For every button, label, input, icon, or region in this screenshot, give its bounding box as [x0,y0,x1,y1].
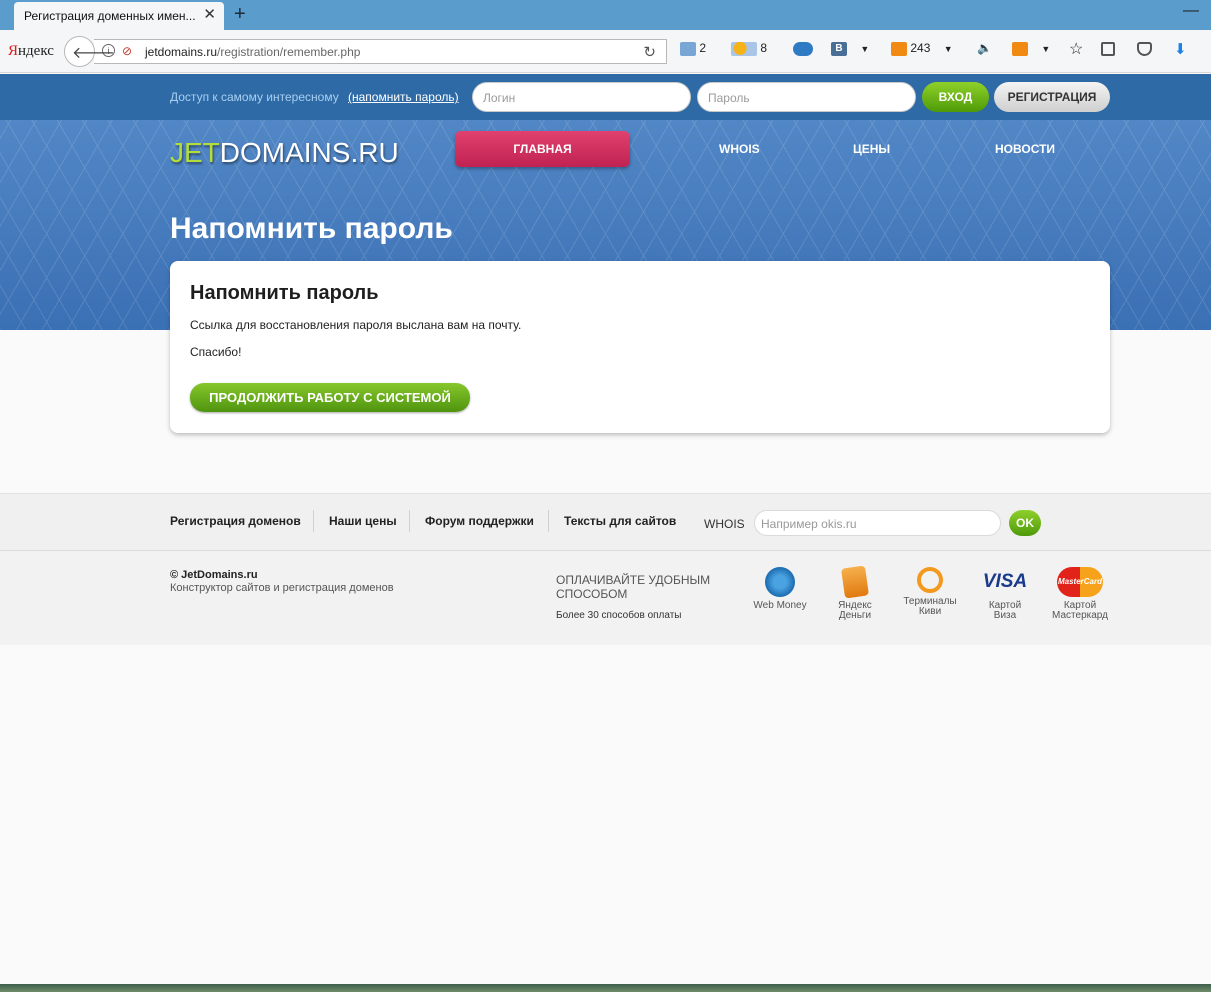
music-icon [1012,41,1028,56]
nav-prices[interactable]: ЦЕНЫ [853,142,890,156]
chevron-down-icon[interactable]: ▼ [1041,44,1050,54]
weather-temp: 8 [760,41,768,55]
url-path: /registration/remember.php [217,45,361,59]
reading-list-icon[interactable] [1101,41,1115,56]
download-icon[interactable]: ⬇ [1174,40,1187,58]
qiwi-icon [917,567,943,593]
login-button[interactable]: ВХОД [922,82,989,112]
payment-subtitle: Более 30 способов оплаты [556,610,682,621]
minimize-button[interactable]: — [1183,2,1199,20]
weather-widget[interactable]: 8 [731,41,767,56]
card-message: Ссылка для восстановления пароля выслана… [190,318,522,332]
new-tab-button[interactable]: + [234,4,246,24]
payment-mastercard[interactable]: MasterCard Картой Мастеркард [1048,567,1112,621]
chevron-down-icon[interactable]: ▼ [860,44,869,54]
close-icon[interactable]: ✕ [203,7,216,23]
register-button[interactable]: РЕГИСТРАЦИЯ [994,82,1110,112]
mail-icon [680,41,696,56]
nav-home[interactable]: ГЛАВНАЯ [455,131,630,167]
back-button[interactable]: 🡐 [64,36,115,67]
payment-label-2: Киви [918,606,942,617]
ok-widget[interactable]: 243 ▼ [891,41,953,56]
footer-link-support-forum[interactable]: Форум поддержки [425,514,534,528]
vk-widget[interactable]: В ▼ [831,41,869,56]
ok-count: 243 [910,41,931,55]
payment-qiwi[interactable]: Терминалы Киви [898,567,962,617]
footer-link-domain-registration[interactable]: Регистрация доменов [170,514,301,528]
yandex-money-icon [841,565,869,599]
reading-list-shape [1101,41,1115,56]
payment-yandex-money[interactable]: Яндекс Деньги [823,565,887,621]
url-text[interactable]: jetdomains.ru/registration/remember.php [145,45,360,59]
address-bar[interactable]: i ⊘ jetdomains.ru/registration/remember.… [94,39,667,64]
tab-title: Регистрация доменных имен... [24,9,196,23]
card-title: Напомнить пароль [190,282,379,304]
whois-input[interactable]: Например okis.ru [754,510,1001,536]
mail-count: 2 [699,41,707,55]
sound-icon[interactable]: 🔈 [977,41,992,55]
login-input[interactable]: Логин [472,82,691,112]
page-title: Напомнить пароль [170,212,453,245]
yandex-logo[interactable]: Яндекс [8,43,54,60]
footer-bottom: © JetDomains.ru Конструктор сайтов и рег… [0,551,1211,645]
payment-label: Web Money [753,600,807,611]
yandex-logo-first: Я [8,43,19,59]
os-taskbar [0,984,1211,992]
payment-label-2: Мастеркард [1052,610,1108,621]
footer-link-prices[interactable]: Наши цены [329,514,397,528]
blocked-content-icon[interactable]: ⊘ [122,44,132,58]
divider [548,510,549,532]
remind-password-card: Напомнить пароль Ссылка для восстановлен… [170,261,1110,433]
browser-tab[interactable]: Регистрация доменных имен... ✕ [14,2,224,30]
whois-label: WHOIS [704,517,745,531]
copyright-sub: Конструктор сайтов и регистрация доменов [170,582,394,594]
cloud-icon [793,41,813,56]
whois-ok-button[interactable]: OK [1009,510,1041,536]
pocket-icon[interactable] [1137,41,1152,56]
webmoney-icon [765,567,795,597]
card-thanks: Спасибо! [190,345,242,359]
mail-widget[interactable]: 2 [680,41,706,56]
remind-password-link[interactable]: (напомнить пароль) [348,90,459,104]
payment-label-2: Виза [993,610,1017,621]
mastercard-icon: MasterCard [1057,567,1103,597]
logo-jet: JET [170,137,220,168]
browser-tab-bar: Регистрация доменных имен... ✕ + — [0,0,1211,30]
weather-icon [731,41,757,56]
footer-links-bar: Регистрация доменов Наши цены Форум подд… [0,493,1211,551]
password-input[interactable]: Пароль [697,82,916,112]
divider [409,510,410,532]
payment-label-2: Деньги [838,610,872,621]
music-widget[interactable]: ▼ [1012,41,1050,56]
payment-title: Оплачивайте удобным способом [556,573,711,601]
pocket-shape [1137,41,1152,56]
bookmark-star-icon[interactable]: ☆ [1069,39,1083,59]
divider [313,510,314,532]
odnoklassniki-icon [891,41,907,56]
continue-button[interactable]: ПРОДОЛЖИТЬ РАБОТУ С СИСТЕМОЙ [190,383,470,412]
nav-whois[interactable]: WHOIS [719,142,760,156]
chevron-down-icon[interactable]: ▼ [944,44,953,54]
vk-icon: В [831,41,847,56]
yandex-logo-rest: ндекс [18,43,54,59]
payment-visa[interactable]: VISA Картой Виза [973,567,1037,621]
back-arrow-icon: 🡐 [72,45,115,62]
footer-link-site-texts[interactable]: Тексты для сайтов [564,514,676,528]
site-logo[interactable]: JETDOMAINS.RU [170,137,399,169]
access-text: Доступ к самому интересному [170,90,339,104]
site-top-bar: Доступ к самому интересному (напомнить п… [0,74,1211,120]
cloud-widget[interactable] [793,41,813,56]
visa-icon: VISA [982,571,1028,592]
url-domain: jetdomains.ru [145,45,218,59]
nav-news[interactable]: НОВОСТИ [995,142,1055,156]
copyright: © JetDomains.ru [170,569,258,581]
logo-rest: DOMAINS.RU [219,137,399,168]
reload-icon[interactable]: ↻ [643,43,656,61]
payment-webmoney[interactable]: Web Money [748,567,812,611]
